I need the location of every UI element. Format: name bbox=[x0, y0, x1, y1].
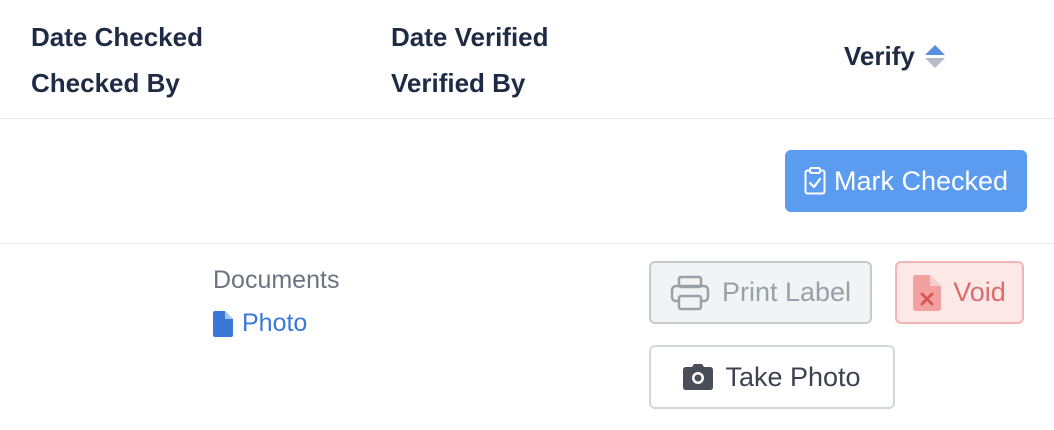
mark-checked-label: Mark Checked bbox=[833, 165, 1009, 196]
header-verified-by: Verified By bbox=[391, 68, 526, 98]
printer-icon bbox=[670, 275, 710, 310]
photo-document-link[interactable]: Photo bbox=[213, 309, 307, 338]
void-button[interactable]: Void bbox=[895, 261, 1024, 324]
clipboard-check-icon bbox=[804, 167, 826, 195]
verify-sort-header[interactable]: Verify bbox=[844, 38, 945, 74]
sort-icon bbox=[924, 44, 945, 68]
table-row: Mark Checked bbox=[0, 119, 1054, 244]
table-header: Date Checked Checked By Date Verified Ve… bbox=[0, 0, 1054, 119]
void-label: Void bbox=[953, 277, 1006, 307]
file-void-icon bbox=[913, 274, 942, 311]
camera-icon bbox=[683, 364, 714, 390]
documents-label: Documents bbox=[213, 266, 340, 294]
print-label-text: Print Label bbox=[721, 277, 852, 307]
photo-link-label: Photo bbox=[242, 309, 308, 337]
print-label-button[interactable]: Print Label bbox=[649, 261, 872, 324]
header-col-checked: Date Checked Checked By bbox=[31, 14, 203, 106]
file-icon bbox=[213, 310, 233, 337]
header-date-checked: Date Checked bbox=[31, 22, 203, 52]
header-col-verified: Date Verified Verified By bbox=[391, 14, 549, 106]
take-photo-label: Take Photo bbox=[725, 361, 861, 392]
mark-checked-button[interactable]: Mark Checked bbox=[785, 150, 1027, 212]
header-checked-by: Checked By bbox=[31, 68, 180, 98]
take-photo-button[interactable]: Take Photo bbox=[649, 345, 895, 409]
header-date-verified: Date Verified bbox=[391, 22, 549, 52]
verify-label: Verify bbox=[844, 41, 915, 71]
